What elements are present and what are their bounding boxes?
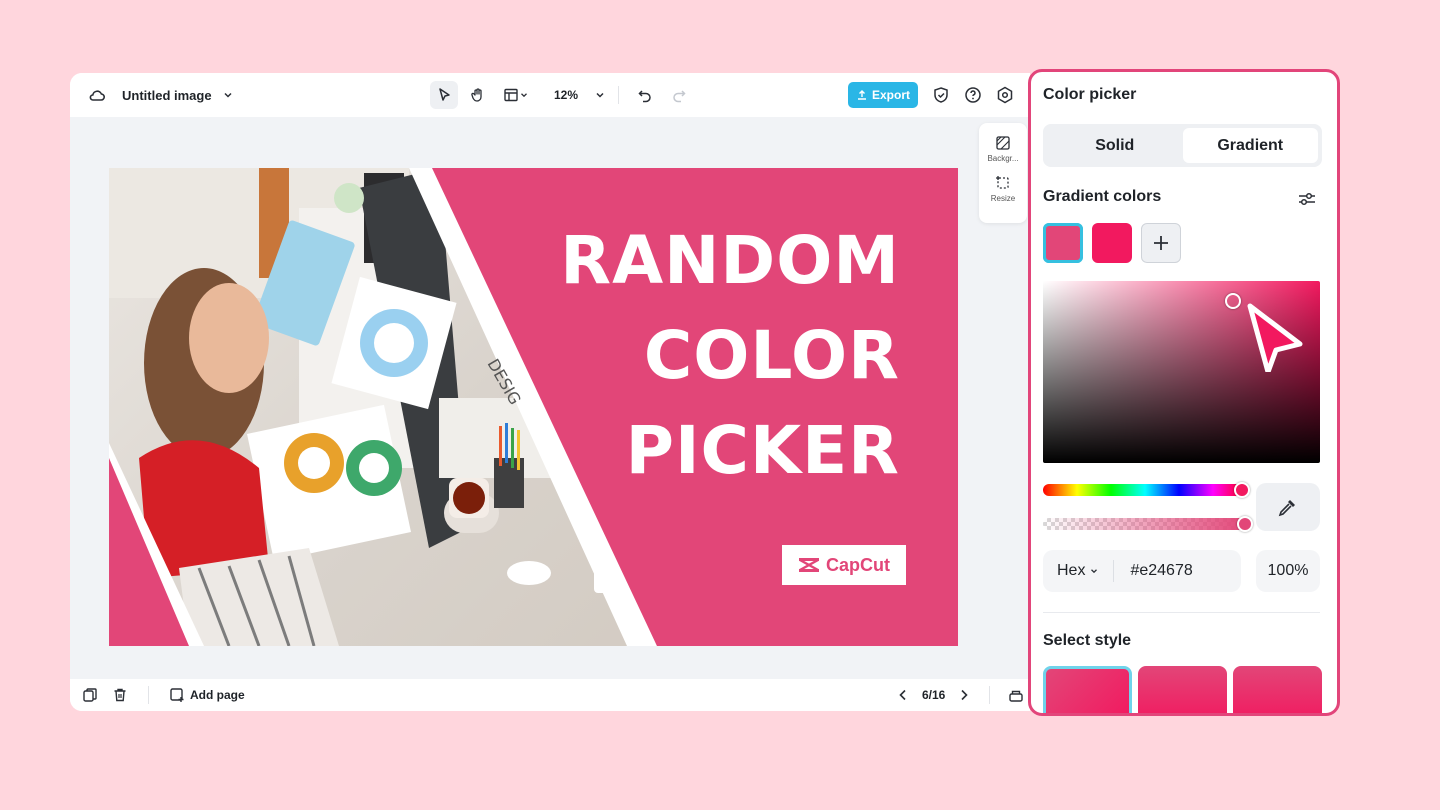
headline-line-1[interactable]: RANDOM (560, 228, 900, 294)
toolbar-center: 12% (430, 79, 693, 111)
layout-icon (503, 87, 519, 103)
canvas-area[interactable]: DESIG RANDOM COLOR PICKER CapCut Backgr.… (70, 117, 1030, 679)
sliders-icon[interactable] (1297, 189, 1317, 209)
undo-icon (637, 87, 653, 103)
export-button[interactable]: Export (848, 82, 919, 108)
hand-tool-button[interactable] (464, 81, 492, 109)
tab-solid[interactable]: Solid (1047, 128, 1183, 163)
headline-line-3[interactable]: PICKER (626, 418, 900, 484)
document-title[interactable]: Untitled image (122, 88, 212, 103)
pointer-icon (436, 87, 452, 103)
toolbar-left: Untitled image (88, 81, 234, 109)
settings-icon[interactable] (996, 86, 1014, 104)
resize-tool-label: Resize (990, 194, 1016, 203)
hand-icon (470, 87, 486, 103)
capcut-logo[interactable]: CapCut (782, 545, 906, 585)
background-icon (995, 135, 1011, 151)
opacity-slider[interactable] (1043, 516, 1253, 532)
toolbar-divider (618, 86, 620, 104)
redo-icon (671, 87, 687, 103)
design-canvas[interactable]: DESIG RANDOM COLOR PICKER CapCut (109, 168, 958, 646)
gradient-style-linear[interactable] (1043, 666, 1132, 713)
chevron-right-icon[interactable] (957, 688, 971, 702)
add-page-button[interactable]: Add page (169, 687, 245, 703)
cloud-icon[interactable] (88, 86, 106, 104)
gradient-colors-title: Gradient colors (1043, 188, 1162, 205)
chevron-down-icon (1089, 566, 1099, 576)
toolbar-right: Export (848, 79, 1014, 111)
chevron-down-icon (519, 90, 529, 100)
select-style-title: Select style (1043, 632, 1132, 649)
color-mode-select[interactable]: Hex (1057, 560, 1115, 582)
cursor-icon (1238, 296, 1310, 377)
page-navigation: 6/16 (896, 685, 1024, 705)
shield-icon[interactable] (932, 86, 950, 104)
chevron-down-icon[interactable] (222, 89, 234, 101)
opacity-input[interactable]: 100% (1256, 550, 1320, 592)
capcut-logo-icon (798, 557, 820, 573)
eyedropper-button[interactable] (1256, 483, 1320, 531)
color-mode-label: Hex (1057, 562, 1086, 579)
color-picker-panel: Color picker Solid Gradient Gradient col… (1028, 69, 1340, 716)
bottom-divider (989, 686, 991, 704)
eyedropper-icon (1277, 496, 1299, 518)
capcut-logo-text: CapCut (826, 554, 890, 575)
trash-icon[interactable] (112, 687, 128, 703)
background-tool-label: Backgr... (987, 154, 1019, 163)
editor-window: Untitled image 12% Export DESIG RANDOM C… (70, 73, 1030, 711)
resize-tool[interactable]: Resize (991, 175, 1015, 203)
gradient-style-vertical[interactable] (1138, 666, 1227, 713)
hex-value-input[interactable]: #e24678 (1130, 562, 1192, 580)
plus-icon (1152, 234, 1170, 252)
export-label: Export (872, 88, 911, 102)
layout-tool-button[interactable] (498, 81, 534, 109)
zoom-dropdown-icon[interactable] (594, 89, 606, 101)
top-toolbar: Untitled image 12% Export (70, 73, 1030, 117)
bottom-divider (148, 686, 149, 704)
opacity-knob[interactable] (1237, 516, 1253, 532)
chevron-left-icon[interactable] (896, 688, 910, 702)
add-page-icon (169, 687, 185, 703)
gradient-swatch-2[interactable] (1092, 223, 1132, 263)
zoom-level[interactable]: 12% (554, 88, 578, 102)
page-manager-icon[interactable] (1008, 687, 1024, 703)
undo-button[interactable] (631, 81, 659, 109)
saturation-value-picker[interactable] (1043, 281, 1320, 463)
gradient-style-reverse[interactable] (1233, 666, 1322, 713)
select-tool-button[interactable] (430, 81, 458, 109)
page-indicator: 6/16 (922, 688, 946, 702)
hex-input-row: Hex #e24678 (1043, 550, 1241, 592)
gradient-style-list (1043, 666, 1322, 713)
bottom-left-tools: Add page (82, 685, 245, 705)
add-page-label: Add page (190, 688, 245, 702)
resize-icon (995, 175, 1011, 191)
gradient-swatches (1043, 223, 1181, 263)
fill-type-tabs: Solid Gradient (1043, 124, 1322, 167)
help-icon[interactable] (964, 86, 982, 104)
tab-gradient[interactable]: Gradient (1182, 128, 1318, 163)
redo-button[interactable] (665, 81, 693, 109)
add-color-button[interactable] (1141, 223, 1181, 263)
panel-title: Color picker (1043, 86, 1137, 103)
hue-knob[interactable] (1234, 482, 1250, 498)
bottom-toolbar: Add page 6/16 (70, 679, 1030, 711)
gradient-swatch-1[interactable] (1043, 223, 1083, 263)
side-tools-panel: Backgr... Resize (979, 123, 1027, 223)
duplicate-icon[interactable] (82, 687, 98, 703)
hue-slider[interactable] (1043, 482, 1250, 498)
section-divider (1043, 612, 1320, 613)
background-tool[interactable]: Backgr... (987, 135, 1019, 163)
upload-icon (856, 89, 868, 101)
headline-line-2[interactable]: COLOR (644, 323, 900, 389)
